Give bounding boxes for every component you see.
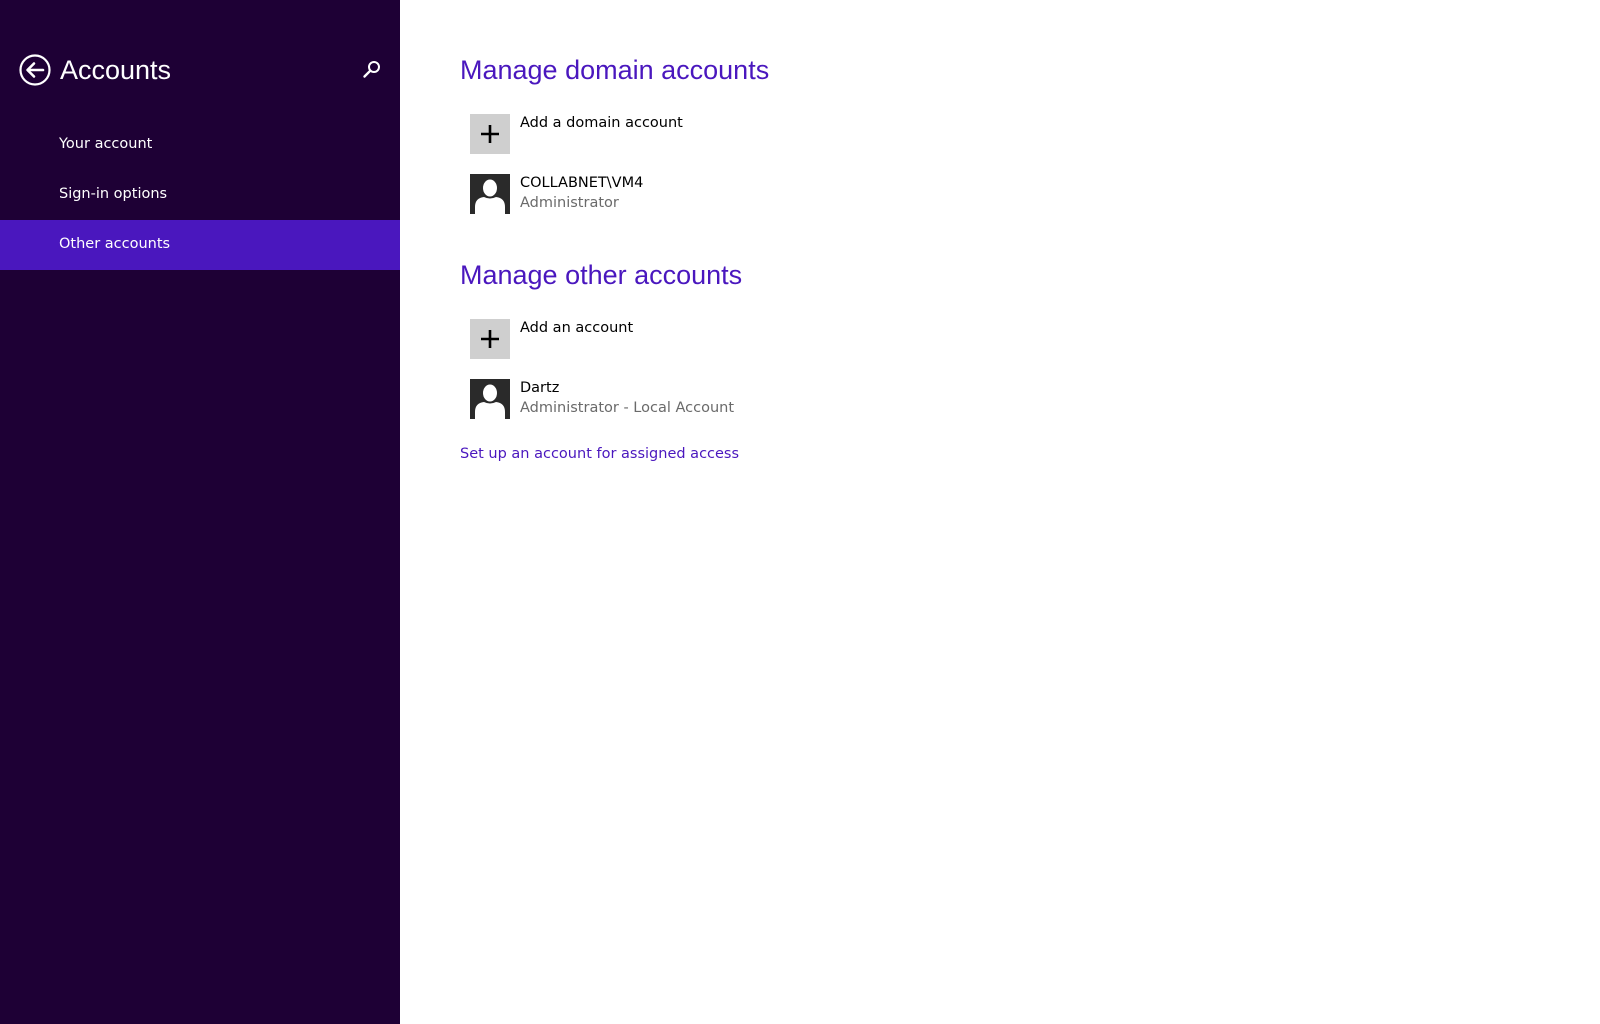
add-account-label: Add an account: [520, 320, 634, 336]
back-button[interactable]: [18, 53, 52, 87]
sidebar-header: Accounts: [0, 0, 400, 140]
page-title: Accounts: [60, 55, 172, 85]
sidebar-item-sign-in-options[interactable]: Sign-in options: [0, 170, 400, 220]
sidebar-item-label: Sign-in options: [59, 186, 168, 202]
add-tile: [470, 114, 510, 154]
add-account-button[interactable]: Add an account: [470, 319, 1070, 361]
account-role: Administrator - Local Account: [520, 400, 735, 416]
avatar: [470, 174, 510, 214]
sidebar-item-other-accounts[interactable]: Other accounts: [0, 220, 400, 270]
assigned-access-link[interactable]: Set up an account for assigned access: [460, 444, 739, 464]
avatar: [470, 379, 510, 419]
account-name: Dartz: [520, 380, 560, 396]
account-role: Administrator: [520, 195, 619, 211]
search-icon: [363, 61, 380, 78]
main-content: Manage domain accounts Add a domain acco…: [400, 0, 1600, 1024]
user-avatar-icon: [470, 379, 510, 419]
plus-icon: [481, 125, 499, 143]
account-item-collabnet-vm4[interactable]: COLLABNET\VM4 Administrator: [470, 174, 1070, 216]
settings-window: Accounts Your account Sign-in options Ot…: [0, 0, 1600, 1024]
plus-icon: [481, 330, 499, 348]
user-avatar-icon: [470, 174, 510, 214]
sidebar: Accounts Your account Sign-in options Ot…: [0, 0, 400, 1024]
add-domain-account-button[interactable]: Add a domain account: [470, 114, 1070, 156]
sidebar-item-label: Your account: [59, 136, 153, 152]
sidebar-nav: Your account Sign-in options Other accou…: [0, 120, 400, 270]
sidebar-item-your-account[interactable]: Your account: [0, 120, 400, 170]
back-arrow-circle-icon: [19, 54, 51, 86]
add-tile: [470, 319, 510, 359]
sidebar-item-label: Other accounts: [59, 236, 171, 252]
domain-accounts-heading: Manage domain accounts: [460, 55, 770, 85]
add-domain-account-label: Add a domain account: [520, 115, 683, 131]
account-name: COLLABNET\VM4: [520, 175, 644, 191]
account-item-dartz[interactable]: Dartz Administrator - Local Account: [470, 379, 1070, 421]
search-button[interactable]: [360, 58, 384, 82]
other-accounts-heading: Manage other accounts: [460, 260, 743, 290]
